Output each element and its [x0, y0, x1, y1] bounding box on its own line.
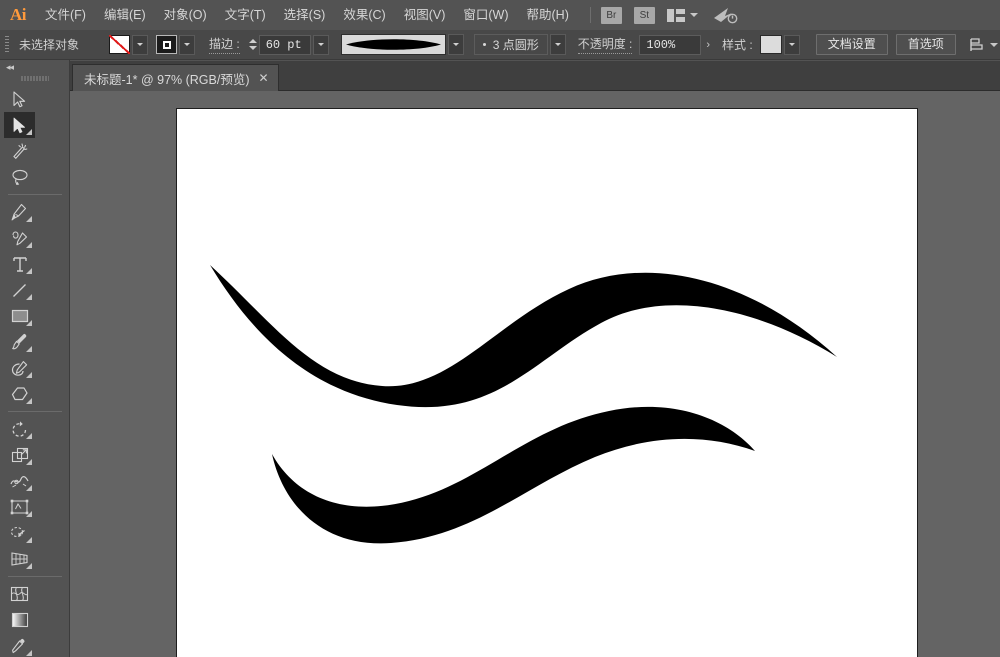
- tools-panel-grip[interactable]: [20, 74, 49, 83]
- brush-definition-dropdown-button[interactable]: [549, 34, 566, 55]
- tapered-s-curve-stroke-large: [210, 265, 837, 408]
- selection-status-label: 未选择对象: [19, 38, 80, 52]
- align-artboard-icon[interactable]: [968, 37, 985, 53]
- opacity-expand-chevron-icon[interactable]: ›: [706, 39, 710, 51]
- lasso-icon: [11, 169, 28, 185]
- tool-group-selection: [0, 86, 69, 190]
- eyedropper-tool[interactable]: [4, 633, 35, 657]
- tool-divider: [7, 194, 62, 195]
- menu-edit[interactable]: 编辑(E): [95, 0, 155, 30]
- preferences-button[interactable]: 首选项: [895, 34, 956, 55]
- shaper-tool[interactable]: [4, 355, 35, 381]
- tools-panel: ◂◂: [0, 60, 70, 657]
- tapered-s-curve-stroke-small: [272, 406, 755, 544]
- document-tab-title: 未标题-1* @ 97% (RGB/预览): [84, 72, 250, 87]
- fill-color-swatch[interactable]: [109, 35, 131, 54]
- shape-builder-tool[interactable]: [4, 520, 35, 546]
- style-label: 样式 :: [722, 38, 753, 52]
- bridge-badge[interactable]: Br: [600, 6, 622, 24]
- pen-tool[interactable]: [4, 199, 35, 225]
- mesh-tool[interactable]: [4, 581, 35, 607]
- stock-badge[interactable]: St: [633, 6, 655, 24]
- menu-bar: Ai 文件(F) 编辑(E) 对象(O) 文字(T) 选择(S) 效果(C) 视…: [0, 0, 1000, 30]
- free-transform-tool[interactable]: [4, 494, 35, 520]
- menu-file[interactable]: 文件(F): [36, 0, 95, 30]
- opacity-input[interactable]: 100%: [639, 34, 702, 55]
- menu-effect[interactable]: 效果(C): [334, 0, 394, 30]
- selection-tool[interactable]: [4, 86, 35, 112]
- tool-divider: [7, 576, 62, 577]
- width-tool[interactable]: [4, 468, 35, 494]
- workspace-layout-icon: [666, 8, 685, 22]
- stroke-weight-dropdown-button[interactable]: [312, 34, 329, 55]
- lens-taper-profile-icon: [345, 39, 441, 50]
- paintbrush-tool[interactable]: [4, 329, 35, 355]
- mesh-icon: [10, 586, 29, 602]
- control-bar-grip[interactable]: [5, 35, 9, 54]
- magic-wand-tool[interactable]: [4, 138, 35, 164]
- align-dropdown-chevron-icon[interactable]: [989, 42, 998, 47]
- arrow-cursor-icon: [13, 90, 26, 107]
- stroke-color-swatch[interactable]: [156, 35, 178, 54]
- brush-definition-preview[interactable]: 3 点圆形: [473, 34, 548, 55]
- close-icon[interactable]: ✕: [259, 72, 269, 84]
- stroke-dropdown-button[interactable]: [179, 34, 196, 55]
- tool-group-color: [0, 581, 69, 657]
- rotate-tool[interactable]: [4, 416, 35, 442]
- brush-definition-label: 3 点圆形: [492, 38, 539, 52]
- menu-help[interactable]: 帮助(H): [518, 0, 578, 30]
- tools-panel-header: ◂◂: [0, 60, 69, 73]
- fill-dropdown-button[interactable]: [132, 34, 149, 55]
- menu-view[interactable]: 视图(V): [395, 0, 455, 30]
- tool-group-drawing: [0, 199, 69, 407]
- menubar-divider: [589, 7, 591, 23]
- stroke-weight-input[interactable]: 60 pt: [258, 34, 311, 55]
- graphic-style-swatch[interactable]: [759, 35, 782, 54]
- menu-object[interactable]: 对象(O): [155, 0, 216, 30]
- brush-dot-icon: [482, 43, 486, 46]
- lasso-tool[interactable]: [4, 164, 35, 190]
- document-tab[interactable]: 未标题-1* @ 97% (RGB/预览) ✕: [72, 64, 279, 91]
- graphic-style-dropdown-button[interactable]: [783, 34, 800, 55]
- app-logo-icon: Ai: [10, 5, 27, 24]
- type-tool[interactable]: [4, 251, 35, 277]
- line-segment-tool[interactable]: [4, 277, 35, 303]
- control-options-bar: 未选择对象 描边 : 60 pt 3 点圆形 不透明度 : 100% › 样式 …: [0, 30, 1000, 60]
- gradient-tool[interactable]: [4, 607, 35, 633]
- menu-type[interactable]: 文字(T): [216, 0, 275, 30]
- gradient-icon: [11, 612, 28, 628]
- chevron-down-icon: [689, 13, 698, 17]
- stroke-profile-preview[interactable]: [340, 34, 446, 55]
- opacity-label: 不透明度 :: [577, 35, 633, 54]
- filled-arrow-cursor-icon: [13, 117, 25, 133]
- tool-group-transform: [0, 416, 69, 572]
- magic-wand-icon: [12, 142, 27, 159]
- eraser-tool[interactable]: [4, 381, 35, 407]
- illustrator-window: Ai 文件(F) 编辑(E) 对象(O) 文字(T) 选择(S) 效果(C) 视…: [0, 0, 1000, 657]
- document-tab-bar: 未标题-1* @ 97% (RGB/预览) ✕: [70, 61, 1000, 91]
- menu-window[interactable]: 窗口(W): [454, 0, 517, 30]
- workspace-switcher[interactable]: [666, 8, 698, 22]
- document-setup-button[interactable]: 文档设置: [815, 34, 888, 55]
- perspective-grid-tool[interactable]: [4, 546, 35, 572]
- scale-tool[interactable]: [4, 442, 35, 468]
- curvature-tool[interactable]: [4, 225, 35, 251]
- stroke-profile-dropdown-button[interactable]: [447, 34, 464, 55]
- menu-select[interactable]: 选择(S): [275, 0, 335, 30]
- rectangle-tool[interactable]: [4, 303, 35, 329]
- stroke-weight-stepper[interactable]: [248, 35, 259, 55]
- artwork-layer: [210, 265, 837, 544]
- stroke-weight-label: 描边 :: [209, 35, 240, 54]
- canvas-area[interactable]: [70, 91, 1000, 657]
- search-adobe-icon[interactable]: [712, 5, 738, 25]
- collapse-double-arrow-icon[interactable]: ◂◂: [6, 62, 14, 73]
- artboard[interactable]: [176, 108, 918, 657]
- tool-divider: [7, 411, 62, 412]
- direct-selection-tool[interactable]: [4, 112, 35, 138]
